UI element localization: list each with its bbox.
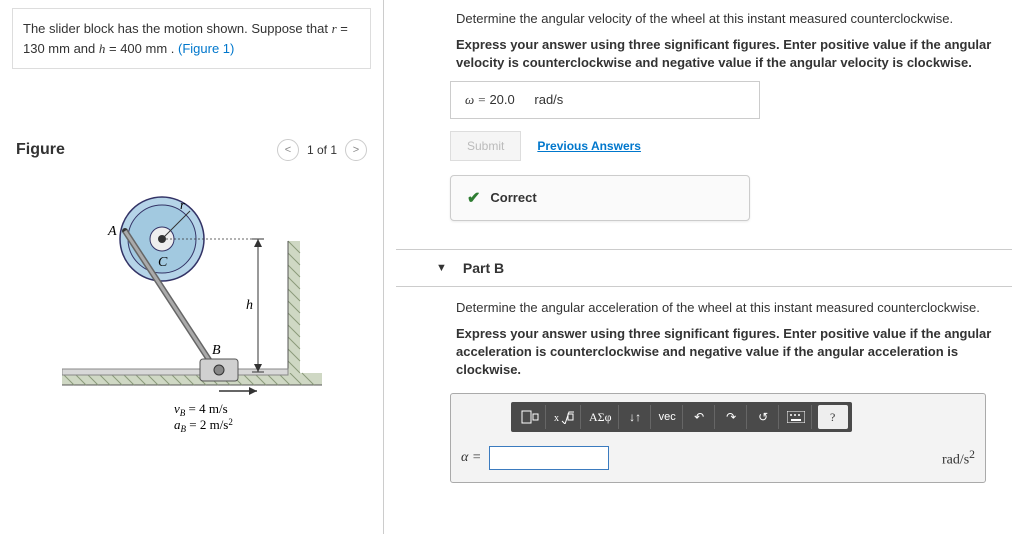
reset-tool[interactable]: ↺ — [749, 405, 779, 429]
svg-text:x: x — [554, 413, 559, 424]
partA-instructions: Express your answer using three signific… — [456, 36, 1012, 72]
submit-button: Submit — [450, 131, 521, 161]
redo-tool[interactable]: ↷ — [717, 405, 747, 429]
partB-unit: rad/s2 — [942, 448, 975, 469]
partA-answer-display: ω = 20.0 rad/s — [450, 81, 760, 119]
svg-text:A: A — [107, 224, 117, 239]
check-icon: ✔ — [467, 188, 480, 208]
partB-instructions: Express your answer using three signific… — [456, 325, 1012, 380]
svg-text:vB = 4 m/s: vB = 4 m/s — [174, 401, 228, 418]
help-tool[interactable]: ? — [818, 405, 848, 429]
partB-prompt: Determine the angular acceleration of th… — [456, 299, 1012, 317]
caret-down-icon: ▼ — [436, 262, 447, 274]
feedback-correct: ✔ Correct — [450, 175, 750, 221]
alpha-input[interactable] — [489, 446, 609, 470]
keyboard-tool[interactable] — [781, 405, 812, 429]
next-figure-button[interactable]: > — [345, 139, 367, 161]
svg-text:C: C — [158, 255, 168, 270]
previous-answers-link[interactable]: Previous Answers — [537, 139, 641, 153]
equation-toolbar: x ΑΣφ ↓↑ vec ↶ ↷ ↺ ? — [511, 402, 852, 432]
problem-statement: The slider block has the motion shown. S… — [12, 9, 371, 69]
figure-link[interactable]: (Figure 1) — [178, 41, 234, 56]
figure-diagram: r A C B h vB = 4 m/s aB — [12, 191, 371, 451]
figure-title: Figure — [16, 141, 65, 159]
greek-tool[interactable]: ΑΣφ — [583, 405, 619, 429]
alpha-label: α = — [461, 450, 481, 466]
svg-text:B: B — [212, 343, 221, 358]
partB-answer-area: x ΑΣφ ↓↑ vec ↶ ↷ ↺ ? α = rad/s2 — [450, 393, 986, 483]
prev-figure-button[interactable]: < — [277, 139, 299, 161]
partB-header[interactable]: ▼ Part B — [396, 249, 1012, 287]
undo-tool[interactable]: ↶ — [685, 405, 715, 429]
svg-text:h: h — [246, 298, 253, 313]
arrows-tool[interactable]: ↓↑ — [621, 405, 651, 429]
svg-text:aB = 2 m/s2: aB = 2 m/s2 — [174, 417, 233, 434]
root-fraction-tool[interactable]: x — [548, 405, 581, 429]
vec-tool[interactable]: vec — [653, 405, 683, 429]
template-tool[interactable] — [515, 405, 546, 429]
partA-prompt: Determine the angular velocity of the wh… — [456, 10, 1012, 28]
figure-pager: < 1 of 1 > — [277, 139, 367, 161]
